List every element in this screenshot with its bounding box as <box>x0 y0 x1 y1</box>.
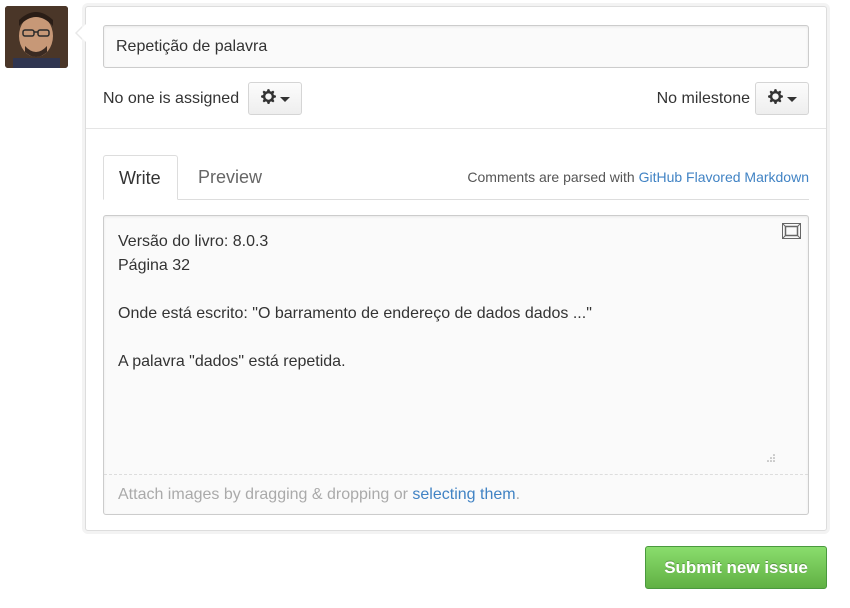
gear-icon <box>260 88 277 110</box>
attach-suffix: . <box>515 486 521 503</box>
tab-preview[interactable]: Preview <box>183 155 277 200</box>
markdown-help-link[interactable]: GitHub Flavored Markdown <box>639 169 809 185</box>
milestone-settings-button[interactable] <box>755 82 809 115</box>
chevron-down-icon <box>280 96 290 102</box>
attach-images-bar[interactable]: Attach images by dragging & dropping or … <box>104 474 808 514</box>
editor-line: A palavra "dados" está repetida. <box>118 353 346 370</box>
editor-line: Onde está escrito: "O barramento de ende… <box>118 305 592 322</box>
section-divider <box>86 128 826 129</box>
comment-textarea[interactable]: Versão do livro: 8.0.3 Página 32 Onde es… <box>118 230 592 374</box>
select-files-link[interactable]: selecting them <box>412 486 515 503</box>
issue-meta-row: No one is assigned No milestone <box>103 82 809 115</box>
gear-icon <box>767 88 784 110</box>
resize-handle-icon[interactable] <box>767 450 776 462</box>
panel-pointer-inner <box>77 23 87 43</box>
new-issue-form: No one is assigned No milestone Write Pr… <box>85 6 827 531</box>
editor-line: Página 32 <box>118 257 191 274</box>
comment-editor[interactable]: Versão do livro: 8.0.3 Página 32 Onde es… <box>103 215 809 515</box>
markdown-note: Comments are parsed with GitHub Flavored… <box>467 169 809 185</box>
avatar <box>5 6 68 68</box>
milestone-label: No milestone <box>656 90 750 107</box>
tab-write[interactable]: Write <box>103 155 178 200</box>
issue-title-input[interactable] <box>103 25 809 68</box>
assignee-settings-button[interactable] <box>248 82 302 115</box>
chevron-down-icon <box>787 96 797 102</box>
submit-new-issue-button[interactable]: Submit new issue <box>645 546 827 589</box>
fullscreen-icon[interactable] <box>782 223 801 239</box>
assignee-label: No one is assigned <box>103 90 240 107</box>
markdown-note-text: Comments are parsed with <box>467 169 639 185</box>
tab-underline <box>103 199 809 200</box>
attach-text: Attach images by dragging & dropping or <box>118 486 413 503</box>
editor-line: Versão do livro: 8.0.3 <box>118 233 269 250</box>
